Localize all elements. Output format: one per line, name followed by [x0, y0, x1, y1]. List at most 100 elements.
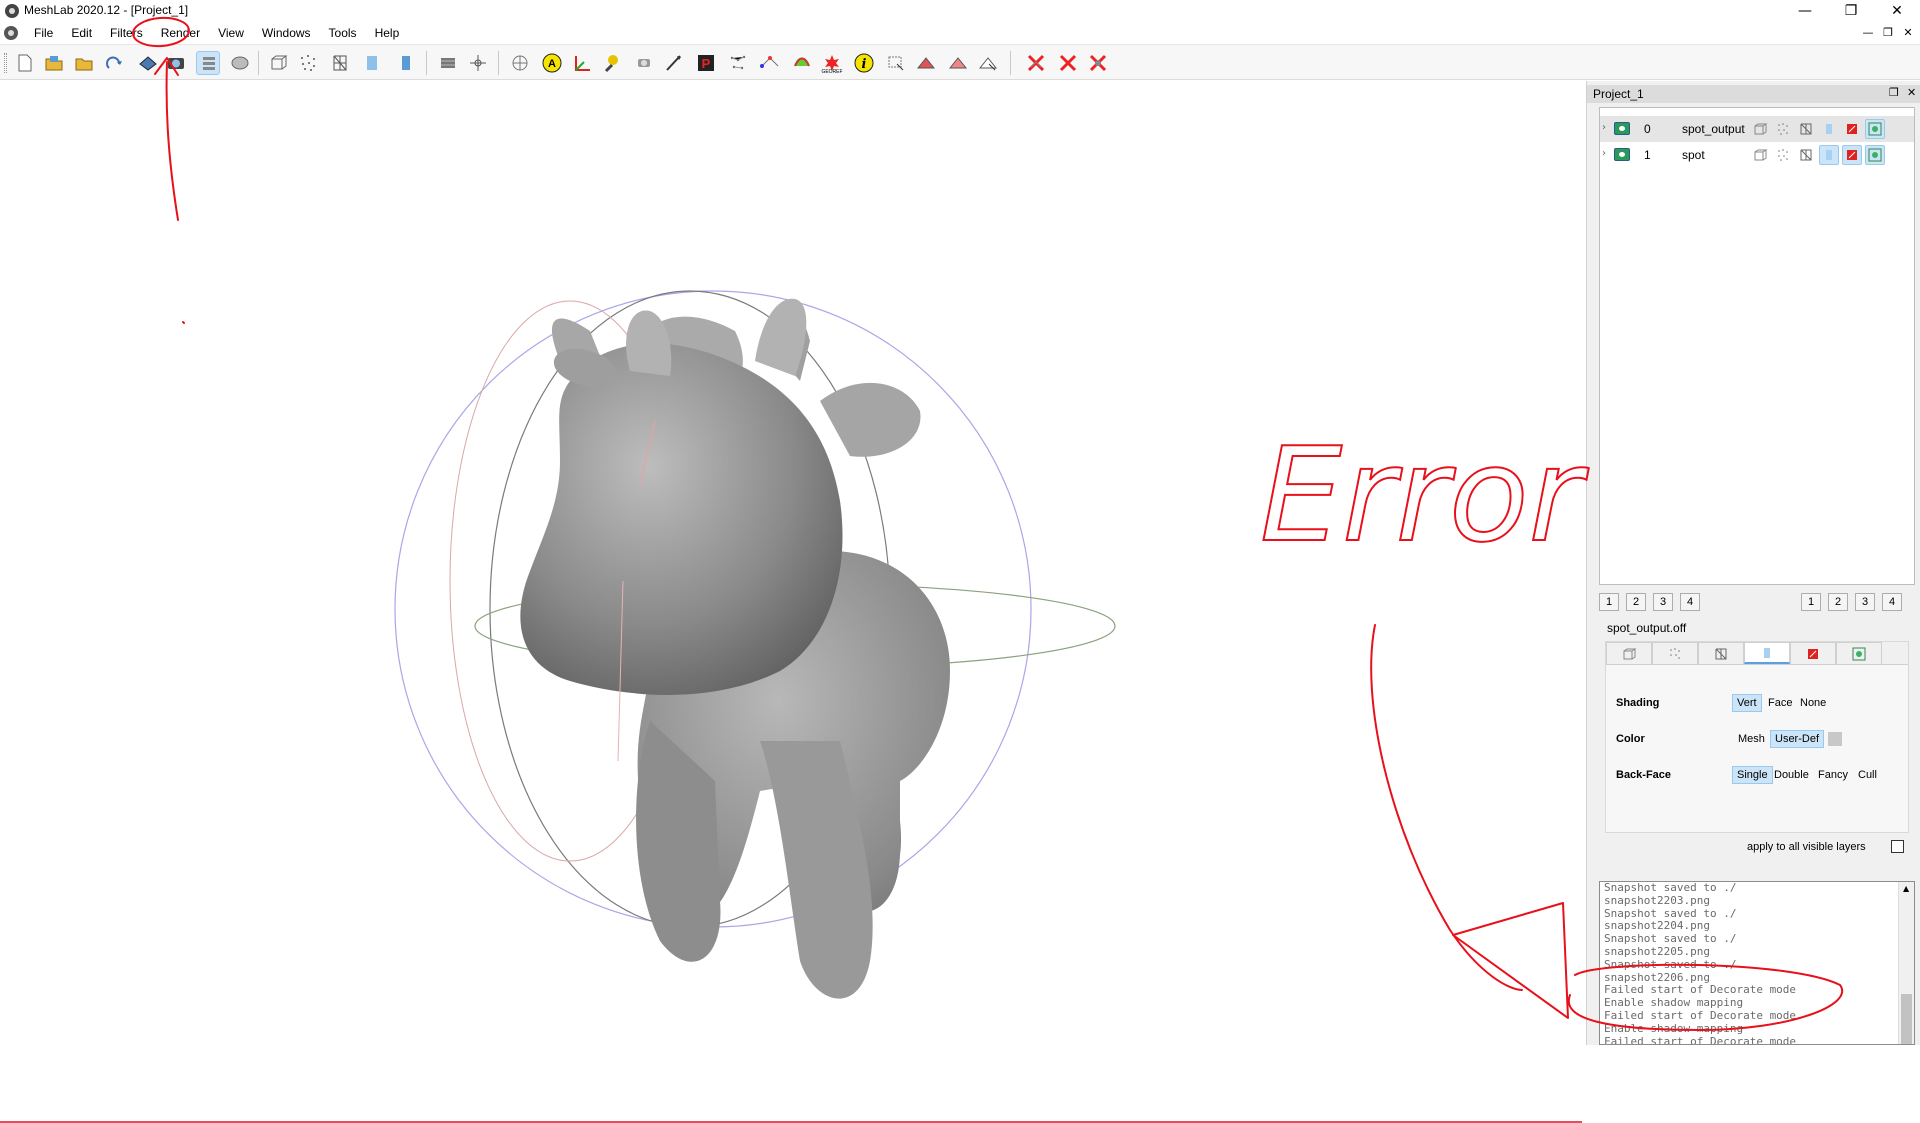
- mdi-restore-button[interactable]: ❐: [1878, 24, 1898, 42]
- layer-row-spot[interactable]: › 1 spot: [1600, 142, 1914, 168]
- backface-fancy-option[interactable]: Fancy: [1814, 766, 1852, 784]
- show-axis-icon[interactable]: [508, 51, 532, 75]
- paint-icon[interactable]: [600, 51, 624, 75]
- menu-view[interactable]: View: [210, 26, 254, 40]
- connected-select-icon[interactable]: GEOREF: [820, 51, 844, 75]
- lighting-icon[interactable]: [436, 51, 460, 75]
- tab-wire[interactable]: [1698, 642, 1744, 664]
- viewport-tab-2[interactable]: 2: [1626, 593, 1646, 611]
- decorators-icon[interactable]: [1865, 119, 1885, 139]
- restore-button[interactable]: ❐: [1828, 0, 1874, 22]
- mdi-close-button[interactable]: ✕: [1898, 24, 1918, 42]
- color-swatch[interactable]: [1828, 732, 1842, 746]
- points-mode-icon[interactable]: [1773, 145, 1793, 165]
- menu-render[interactable]: Render: [153, 26, 210, 40]
- toolbar-handle[interactable]: [4, 53, 7, 73]
- select-faces-icon[interactable]: [758, 51, 782, 75]
- new-project-icon[interactable]: [12, 51, 36, 75]
- wire-mode-icon[interactable]: [1796, 145, 1816, 165]
- texture-icon[interactable]: [394, 51, 418, 75]
- delete-vertices-icon[interactable]: [914, 51, 938, 75]
- tab-fill[interactable]: [1744, 642, 1790, 664]
- viewport-tab-4[interactable]: 4: [1680, 593, 1700, 611]
- raster-icon[interactable]: [228, 51, 252, 75]
- scroll-up-icon[interactable]: ▲: [1903, 884, 1909, 893]
- log-scrollbar[interactable]: ▲: [1898, 882, 1914, 1044]
- 3d-viewport[interactable]: [0, 81, 1582, 1123]
- menu-tools[interactable]: Tools: [321, 26, 367, 40]
- decorators-icon[interactable]: [1865, 145, 1885, 165]
- wireframe-icon[interactable]: [328, 51, 352, 75]
- align-icon[interactable]: [662, 51, 686, 75]
- tab-texture[interactable]: [1790, 642, 1836, 664]
- visibility-eye-icon[interactable]: [1614, 122, 1630, 135]
- pick-points-icon[interactable]: [632, 51, 656, 75]
- viewport-tab-4[interactable]: 4: [1882, 593, 1902, 611]
- menu-file[interactable]: File: [26, 26, 63, 40]
- viewport-tab-1[interactable]: 1: [1801, 593, 1821, 611]
- color-user-def-option[interactable]: User-Def: [1770, 730, 1825, 748]
- tab-points[interactable]: [1652, 642, 1698, 664]
- select-vertices-icon[interactable]: [790, 51, 814, 75]
- layer-row-spot-output[interactable]: › 0 spot_output: [1600, 116, 1914, 142]
- delete-selected-icon[interactable]: [1024, 51, 1048, 75]
- select-vertex-icon[interactable]: [976, 51, 1000, 75]
- viewport-tab-2[interactable]: 2: [1828, 593, 1848, 611]
- georef-icon[interactable]: P: [694, 51, 718, 75]
- measure-icon[interactable]: [570, 51, 594, 75]
- menu-edit[interactable]: Edit: [63, 26, 102, 40]
- float-icon[interactable]: ❐: [1889, 86, 1899, 99]
- import-mesh-icon[interactable]: [42, 51, 66, 75]
- texture-mode-icon[interactable]: [1842, 145, 1862, 165]
- visibility-eye-icon[interactable]: [1614, 148, 1630, 161]
- reload-icon[interactable]: [102, 51, 126, 75]
- delete-selected-faces-icon[interactable]: [1056, 51, 1080, 75]
- delete-icon[interactable]: i: [852, 51, 876, 75]
- backface-single-option[interactable]: Single: [1732, 766, 1773, 784]
- bbox-mode-icon[interactable]: [1750, 119, 1770, 139]
- viewport-tab-3[interactable]: 3: [1855, 593, 1875, 611]
- document-menu-icon[interactable]: [4, 26, 18, 40]
- minimize-button[interactable]: —: [1782, 0, 1828, 22]
- texture-mode-icon[interactable]: [1842, 119, 1862, 139]
- menu-windows[interactable]: Windows: [254, 26, 321, 40]
- shading-none-option[interactable]: None: [1796, 694, 1830, 712]
- log-window[interactable]: Snapshot saved to ./snapshot2203.png Snap…: [1599, 881, 1915, 1045]
- backface-double-option[interactable]: Double: [1770, 766, 1813, 784]
- tab-decorators[interactable]: [1836, 642, 1882, 664]
- scroll-thumb[interactable]: [1901, 994, 1912, 1044]
- expand-icon[interactable]: ›: [1602, 122, 1606, 133]
- wire-mode-icon[interactable]: [1796, 119, 1816, 139]
- snapshot-icon[interactable]: [164, 51, 188, 75]
- smooth-shading-icon[interactable]: [360, 51, 384, 75]
- bbox-mode-icon[interactable]: [1750, 145, 1770, 165]
- delete-selected-vertices-icon[interactable]: [1086, 51, 1110, 75]
- open-project-icon[interactable]: [72, 51, 96, 75]
- menu-help[interactable]: Help: [367, 26, 410, 40]
- backface-cull-option[interactable]: Cull: [1854, 766, 1881, 784]
- fill-mode-icon[interactable]: [1819, 119, 1839, 139]
- close-button[interactable]: ✕: [1874, 0, 1920, 22]
- menu-filters[interactable]: Filters: [102, 26, 153, 40]
- bounding-box-icon[interactable]: [266, 51, 290, 75]
- viewport-tab-3[interactable]: 3: [1653, 593, 1673, 611]
- tab-bbox[interactable]: [1606, 642, 1652, 664]
- selection-icon[interactable]: A: [540, 51, 564, 75]
- cow-mesh[interactable]: [520, 298, 950, 999]
- color-mesh-option[interactable]: Mesh: [1734, 730, 1769, 748]
- points-mode-icon[interactable]: [1773, 119, 1793, 139]
- points-icon[interactable]: [296, 51, 320, 75]
- shading-face-option[interactable]: Face: [1764, 694, 1796, 712]
- delete-faces-icon[interactable]: [884, 51, 908, 75]
- export-mesh-icon[interactable]: [136, 51, 160, 75]
- mdi-minimize-button[interactable]: —: [1858, 24, 1878, 42]
- close-panel-icon[interactable]: ✕: [1907, 86, 1916, 99]
- viewport-tab-1[interactable]: 1: [1599, 593, 1619, 611]
- fullscreen-layers-icon[interactable]: [196, 51, 220, 75]
- apply-all-layers-checkbox[interactable]: [1891, 840, 1904, 853]
- fill-mode-icon[interactable]: [1819, 145, 1839, 165]
- select-region-icon[interactable]: [946, 51, 970, 75]
- expand-icon[interactable]: ›: [1602, 148, 1606, 159]
- trackball-icon[interactable]: [466, 51, 490, 75]
- info-icon[interactable]: [726, 51, 750, 75]
